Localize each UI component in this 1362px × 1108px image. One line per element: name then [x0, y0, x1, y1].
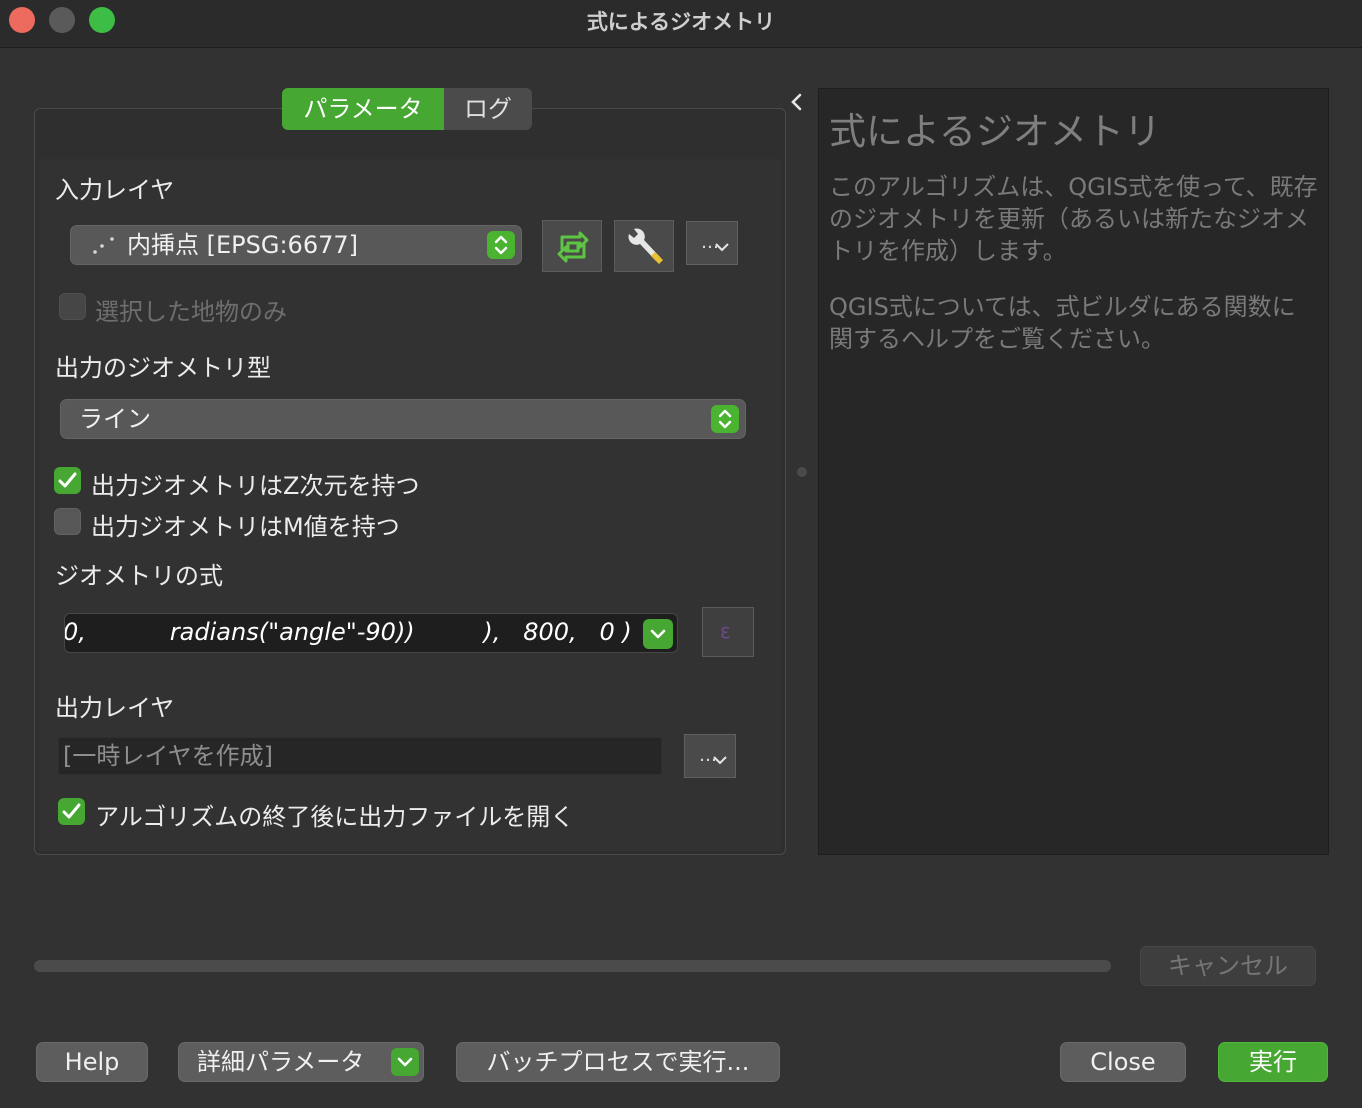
- wrench-icon: [628, 228, 663, 264]
- tab-bar: パラメータ ログ: [282, 88, 532, 130]
- window-title: 式によるジオメトリ: [586, 10, 776, 34]
- expression-builder-button[interactable]: ε: [702, 607, 754, 657]
- tab-log[interactable]: ログ: [444, 88, 532, 130]
- advanced-options-button[interactable]: [614, 220, 674, 272]
- chevron-down-icon: [391, 1048, 419, 1076]
- selected-only-checkbox[interactable]: [59, 293, 86, 320]
- output-layer-label: 出力レイヤ: [55, 694, 175, 722]
- has-m-label: 出力ジオメトリはM値を持つ: [91, 513, 400, 541]
- output-layer-input[interactable]: [一時レイヤを作成]: [58, 737, 662, 775]
- chevron-down-icon: [650, 629, 666, 639]
- advanced-parameters-label: 詳細パラメータ: [197, 1048, 365, 1076]
- splitter-handle[interactable]: [797, 467, 807, 477]
- open-output-checkbox[interactable]: [58, 798, 85, 825]
- epsilon-icon: ε: [720, 619, 731, 643]
- help-title: 式によるジオメトリ: [829, 110, 1161, 153]
- output-geom-type-label: 出力のジオメトリ型: [55, 354, 271, 382]
- help-button[interactable]: Help: [36, 1042, 148, 1082]
- close-button[interactable]: Close: [1060, 1042, 1186, 1082]
- tab-parameters[interactable]: パラメータ: [282, 88, 444, 130]
- dialog-window: 式によるジオメトリ パラメータ ログ 入力レイヤ 内挿点 [EPSG:6677]: [0, 0, 1362, 1108]
- advanced-parameters-button[interactable]: 詳細パラメータ: [178, 1042, 424, 1082]
- collapse-help-button[interactable]: [789, 92, 803, 117]
- title-bar: 式によるジオメトリ: [0, 0, 1362, 48]
- input-layer-combo[interactable]: 内挿点 [EPSG:6677]: [70, 225, 522, 265]
- chevron-down-icon: [715, 243, 729, 252]
- updown-arrows-icon: [487, 231, 515, 259]
- input-layer-value: 内挿点 [EPSG:6677]: [127, 231, 358, 259]
- batch-process-button[interactable]: バッチプロセスで実行...: [456, 1042, 780, 1082]
- refresh-loop-icon: [557, 231, 589, 263]
- cancel-button[interactable]: キャンセル: [1140, 946, 1316, 986]
- help-paragraph-2: QGIS式については、式ビルダにある関数に関するヘルプをご覧ください。: [829, 293, 1296, 353]
- has-m-checkbox[interactable]: [54, 508, 81, 535]
- output-geom-type-value: ライン: [79, 405, 151, 433]
- input-layer-label: 入力レイヤ: [55, 176, 175, 204]
- chevron-down-icon: [713, 756, 727, 765]
- expression-value: 0, radians("angle"-90)) ), 800, 0 ): [64, 618, 632, 646]
- has-z-label: 出力ジオメトリはZ次元を持つ: [91, 472, 420, 500]
- chevron-left-icon: [791, 93, 802, 111]
- point-layer-icon: [93, 237, 114, 254]
- help-pane: 式によるジオメトリ このアルゴリズムは、QGIS式を使って、既存のジオメトリを更…: [818, 88, 1329, 855]
- expression-input[interactable]: 0, radians("angle"-90)) ), 800, 0 ): [64, 613, 678, 653]
- expression-label: ジオメトリの式: [55, 562, 223, 590]
- output-geom-type-combo[interactable]: ライン: [60, 399, 746, 439]
- help-paragraph-1: このアルゴリズムは、QGIS式を使って、既存のジオメトリを更新（あるいは新たなジ…: [829, 173, 1318, 265]
- has-z-checkbox[interactable]: [54, 467, 81, 494]
- progress-bar: [34, 960, 1111, 972]
- selected-only-label: 選択した地物のみ: [95, 298, 287, 326]
- run-button[interactable]: 実行: [1218, 1042, 1328, 1082]
- input-layer-browse-button[interactable]: …: [686, 221, 738, 265]
- iterate-features-button[interactable]: [542, 220, 602, 272]
- updown-arrows-icon: [711, 405, 739, 433]
- output-layer-browse-button[interactable]: …: [684, 734, 736, 778]
- checkmark-icon: [58, 472, 77, 488]
- checkmark-icon: [62, 803, 81, 819]
- expression-history-dropdown[interactable]: [643, 619, 673, 649]
- open-output-label: アルゴリズムの終了後に出力ファイルを開く: [95, 803, 575, 831]
